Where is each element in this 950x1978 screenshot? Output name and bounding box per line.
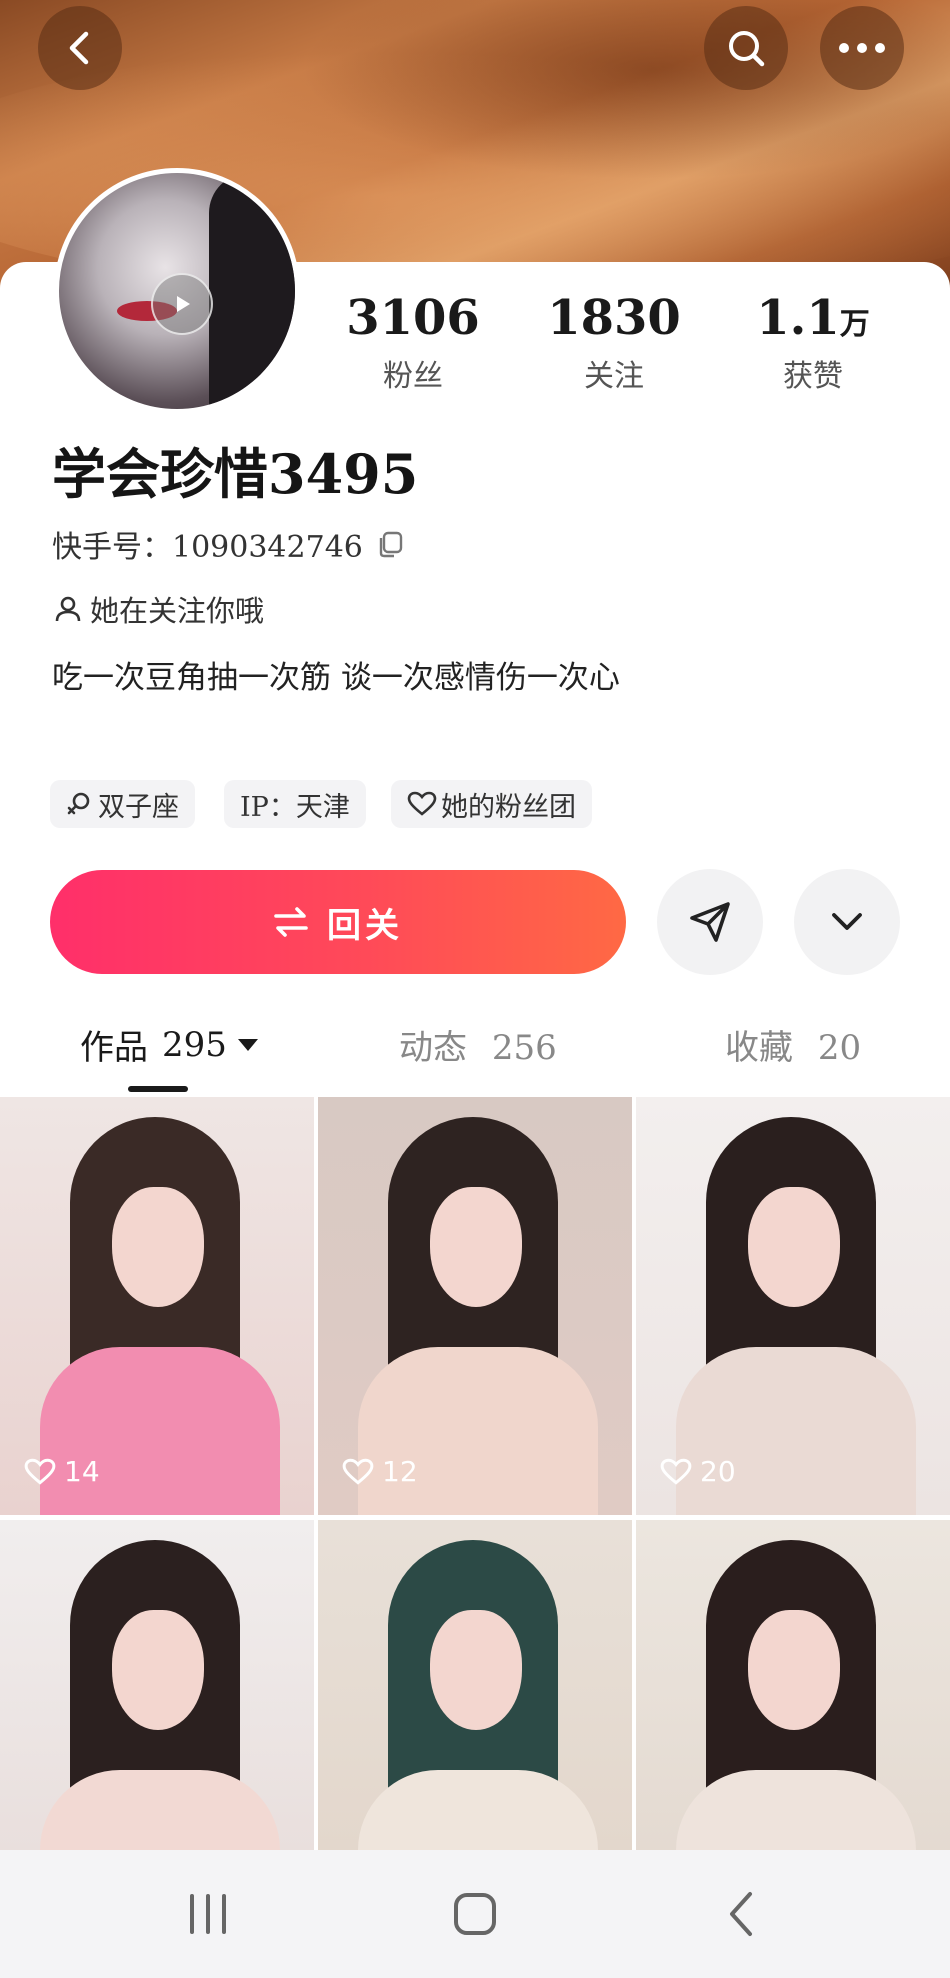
send-icon [690,902,730,942]
recent-apps-button[interactable] [186,1892,230,1940]
tab-moments[interactable]: 动态 256 [399,1020,557,1069]
active-tab-indicator [128,1086,188,1092]
user-icon [55,596,81,622]
recent-apps-icon [190,1894,226,1934]
more-button[interactable] [820,6,904,90]
swap-arrows-icon [274,907,308,937]
stat-likes[interactable]: 1.1万 获赞 [713,290,913,397]
profile-bio: 吃一次豆角抽一次筋 谈一次感情伤一次心 [52,660,620,696]
chevron-down-icon [832,913,862,930]
avatar[interactable] [54,168,300,414]
tab-favorites-label: 收藏 [725,1028,793,1068]
tab-works-count: 295 [162,1024,227,1065]
tab-favorites[interactable]: 收藏 20 [725,1020,861,1069]
kuaishou-id-text: 快手号：1090342746 [52,530,363,565]
follow-back-label: 回关 [327,905,403,946]
like-count: 14 [24,1455,100,1488]
video-thumbnail[interactable] [318,1520,632,1850]
like-count-text: 14 [64,1455,100,1488]
stat-following[interactable]: 1830 关注 [514,290,714,397]
kuaishou-id: 快手号：1090342746 [52,522,405,566]
tab-moments-label: 动态 [399,1028,467,1068]
video-thumbnail[interactable]: 12 [318,1097,632,1515]
back-button[interactable] [38,6,122,90]
like-count: 12 [342,1455,418,1488]
gender-female-icon [67,792,90,815]
heart-icon [660,1458,692,1485]
tab-works-label: 作品 [80,1028,148,1068]
like-count-text: 12 [382,1455,418,1488]
tab-moments-count: 256 [491,1028,557,1068]
tab-favorites-count: 20 [817,1028,862,1068]
video-thumbnail[interactable]: 20 [636,1097,950,1515]
follow-back-button[interactable]: 回关 [50,870,626,974]
tag-ip-label: IP：天津 [240,791,350,823]
home-square-icon [454,1893,496,1935]
search-icon [729,31,765,67]
like-count-text: 20 [700,1455,736,1488]
tag-zodiac-label: 双子座 [98,791,179,823]
like-count: 20 [660,1455,736,1488]
home-button[interactable] [452,1891,498,1941]
video-thumbnail[interactable] [636,1520,950,1850]
tag-zodiac[interactable]: 双子座 [50,780,195,828]
profile-name: 学会珍惜3495 [52,442,419,506]
heart-outline-icon [407,791,437,816]
play-icon [151,273,213,335]
tag-fan-club-label: 她的粉丝团 [441,791,576,823]
nav-back-icon [730,1892,752,1936]
more-options-dropdown[interactable] [794,869,900,975]
copy-icon[interactable] [375,529,405,559]
tag-ip: IP：天津 [224,780,366,828]
tag-fan-club[interactable]: 她的粉丝团 [391,780,592,828]
stat-fans[interactable]: 3106 粉丝 [313,290,513,397]
follows-you-note: 她在关注你哦 [52,588,264,630]
search-button[interactable] [704,6,788,90]
chevron-left-icon [69,31,89,65]
heart-icon [342,1458,374,1485]
video-thumbnail[interactable]: 14 [0,1097,314,1515]
follow-note-text: 她在关注你哦 [90,594,265,628]
video-thumbnail[interactable] [0,1520,314,1850]
heart-icon [24,1458,56,1485]
tab-works[interactable]: 作品 295 [80,1020,259,1069]
message-button[interactable] [657,869,763,975]
caret-down-icon [237,1038,258,1051]
more-horizontal-icon [839,43,885,53]
nav-back-button[interactable] [726,1890,756,1942]
